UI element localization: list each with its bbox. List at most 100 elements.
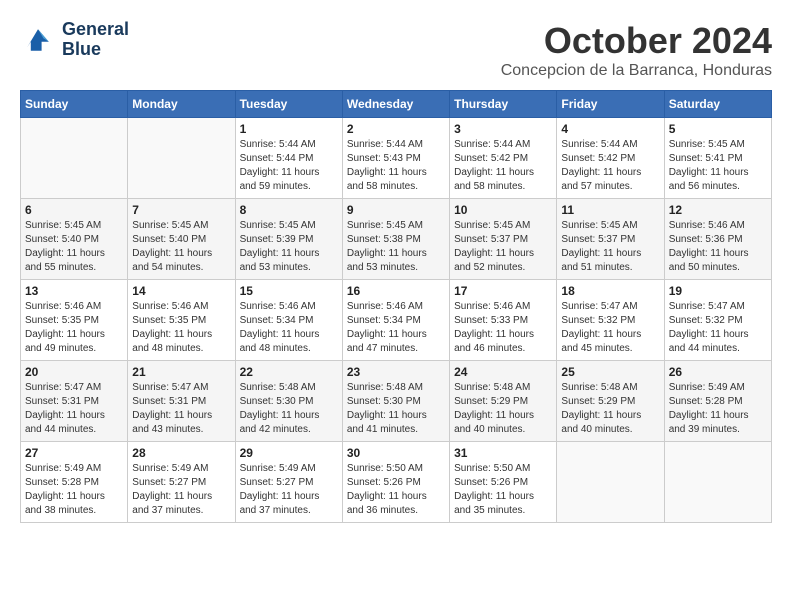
calendar-cell: 22Sunrise: 5:48 AM Sunset: 5:30 PM Dayli… <box>235 361 342 442</box>
day-info: Sunrise: 5:46 AM Sunset: 5:34 PM Dayligh… <box>347 300 445 356</box>
weekday-header: Wednesday <box>342 91 449 118</box>
day-number: 25 <box>561 365 659 379</box>
day-info: Sunrise: 5:46 AM Sunset: 5:36 PM Dayligh… <box>669 219 767 275</box>
day-info: Sunrise: 5:50 AM Sunset: 5:26 PM Dayligh… <box>454 462 552 518</box>
title-section: October 2024 Concepcion de la Barranca, … <box>501 20 772 80</box>
calendar-cell <box>21 118 128 199</box>
day-number: 11 <box>561 203 659 217</box>
day-info: Sunrise: 5:44 AM Sunset: 5:43 PM Dayligh… <box>347 138 445 194</box>
day-number: 24 <box>454 365 552 379</box>
calendar-cell: 10 Sunrise: 5:45 AM Sunset: 5:37 PM Dayli… <box>450 199 557 280</box>
day-info: Sunrise: 5:49 AM Sunset: 5:27 PM Dayligh… <box>240 462 338 518</box>
calendar-cell: 28 Sunrise: 5:49 AM Sunset: 5:27 PM Dayli… <box>128 442 235 523</box>
calendar-cell: 18 Sunrise: 5:47 AM Sunset: 5:32 PM Dayli… <box>557 280 664 361</box>
day-info: Sunrise: 5:50 AM Sunset: 5:26 PM Dayligh… <box>347 462 445 518</box>
day-number: 8 <box>240 203 338 217</box>
month-title: October 2024 <box>501 20 772 62</box>
calendar-cell <box>664 442 771 523</box>
calendar-cell: 27 Sunrise: 5:49 AM Sunset: 5:28 PM Dayli… <box>21 442 128 523</box>
calendar-cell: 9 Sunrise: 5:45 AM Sunset: 5:38 PM Daylig… <box>342 199 449 280</box>
day-info: Sunrise: 5:44 AM Sunset: 5:44 PM Dayligh… <box>240 138 338 194</box>
day-number: 13 <box>25 284 123 298</box>
calendar-cell: 16 Sunrise: 5:46 AM Sunset: 5:34 PM Dayli… <box>342 280 449 361</box>
day-number: 27 <box>25 446 123 460</box>
day-number: 1 <box>240 122 338 136</box>
day-number: 18 <box>561 284 659 298</box>
day-number: 14 <box>132 284 230 298</box>
day-number: 20 <box>25 365 123 379</box>
calendar-cell: 11 Sunrise: 5:45 AM Sunset: 5:37 PM Dayli… <box>557 199 664 280</box>
day-number: 31 <box>454 446 552 460</box>
day-number: 26 <box>669 365 767 379</box>
day-info: Sunrise: 5:45 AM Sunset: 5:37 PM Dayligh… <box>561 219 659 275</box>
day-info: Sunrise: 5:46 AM Sunset: 5:34 PM Dayligh… <box>240 300 338 356</box>
day-number: 29 <box>240 446 338 460</box>
calendar-cell: 30 Sunrise: 5:50 AM Sunset: 5:26 PM Dayli… <box>342 442 449 523</box>
calendar-cell: 17 Sunrise: 5:46 AM Sunset: 5:33 PM Dayli… <box>450 280 557 361</box>
calendar-week-row: 1 Sunrise: 5:44 AM Sunset: 5:44 PM Daylig… <box>21 118 772 199</box>
day-info: Sunrise: 5:44 AM Sunset: 5:42 PM Dayligh… <box>454 138 552 194</box>
day-info: Sunrise: 5:45 AM Sunset: 5:41 PM Dayligh… <box>669 138 767 194</box>
day-info: Sunrise: 5:44 AM Sunset: 5:42 PM Dayligh… <box>561 138 659 194</box>
day-info: Sunrise: 5:46 AM Sunset: 5:35 PM Dayligh… <box>25 300 123 356</box>
day-info: Sunrise: 5:47 AM Sunset: 5:32 PM Dayligh… <box>561 300 659 356</box>
day-info: Sunrise: 5:48 AM Sunset: 5:29 PM Dayligh… <box>454 381 552 437</box>
day-info: Sunrise: 5:47 AM Sunset: 5:31 PM Dayligh… <box>25 381 123 437</box>
day-number: 9 <box>347 203 445 217</box>
calendar-cell: 24 Sunrise: 5:48 AM Sunset: 5:29 PM Dayli… <box>450 361 557 442</box>
day-number: 16 <box>347 284 445 298</box>
day-number: 30 <box>347 446 445 460</box>
logo-text: General Blue <box>62 20 129 60</box>
day-number: 5 <box>669 122 767 136</box>
day-number: 3 <box>454 122 552 136</box>
calendar-cell: 6 Sunrise: 5:45 AM Sunset: 5:40 PM Daylig… <box>21 199 128 280</box>
day-info: Sunrise: 5:45 AM Sunset: 5:40 PM Dayligh… <box>25 219 123 275</box>
logo: General Blue <box>20 20 129 60</box>
page-header: General Blue October 2024 Concepcion de … <box>20 20 772 80</box>
day-info: Sunrise: 5:45 AM Sunset: 5:38 PM Dayligh… <box>347 219 445 275</box>
weekday-header: Saturday <box>664 91 771 118</box>
day-info: Sunrise: 5:49 AM Sunset: 5:28 PM Dayligh… <box>25 462 123 518</box>
calendar-cell: 31 Sunrise: 5:50 AM Sunset: 5:26 PM Dayli… <box>450 442 557 523</box>
calendar-cell: 26 Sunrise: 5:49 AM Sunset: 5:28 PM Dayli… <box>664 361 771 442</box>
calendar-table: SundayMondayTuesdayWednesdayThursdayFrid… <box>20 90 772 523</box>
weekday-header: Monday <box>128 91 235 118</box>
weekday-header: Friday <box>557 91 664 118</box>
day-number: 19 <box>669 284 767 298</box>
location-title: Concepcion de la Barranca, Honduras <box>501 62 772 80</box>
day-info: Sunrise: 5:46 AM Sunset: 5:33 PM Dayligh… <box>454 300 552 356</box>
day-info: Sunrise: 5:48 AM Sunset: 5:30 PM Dayligh… <box>347 381 445 437</box>
calendar-week-row: 27 Sunrise: 5:49 AM Sunset: 5:28 PM Dayli… <box>21 442 772 523</box>
day-number: 21 <box>132 365 230 379</box>
day-number: 4 <box>561 122 659 136</box>
day-number: 7 <box>132 203 230 217</box>
calendar-cell: 25 Sunrise: 5:48 AM Sunset: 5:29 PM Dayli… <box>557 361 664 442</box>
weekday-header: Sunday <box>21 91 128 118</box>
calendar-cell: 1 Sunrise: 5:44 AM Sunset: 5:44 PM Daylig… <box>235 118 342 199</box>
calendar-week-row: 6 Sunrise: 5:45 AM Sunset: 5:40 PM Daylig… <box>21 199 772 280</box>
day-info: Sunrise: 5:48 AM Sunset: 5:29 PM Dayligh… <box>561 381 659 437</box>
day-info: Sunrise: 5:45 AM Sunset: 5:37 PM Dayligh… <box>454 219 552 275</box>
day-number: 10 <box>454 203 552 217</box>
day-number: 17 <box>454 284 552 298</box>
day-info: Sunrise: 5:46 AM Sunset: 5:35 PM Dayligh… <box>132 300 230 356</box>
calendar-cell: 20 Sunrise: 5:47 AM Sunset: 5:31 PM Dayli… <box>21 361 128 442</box>
weekday-header: Thursday <box>450 91 557 118</box>
day-info: Sunrise: 5:49 AM Sunset: 5:28 PM Dayligh… <box>669 381 767 437</box>
day-number: 6 <box>25 203 123 217</box>
day-info: Sunrise: 5:47 AM Sunset: 5:31 PM Dayligh… <box>132 381 230 437</box>
weekday-header-row: SundayMondayTuesdayWednesdayThursdayFrid… <box>21 91 772 118</box>
day-info: Sunrise: 5:45 AM Sunset: 5:39 PM Dayligh… <box>240 219 338 275</box>
calendar-cell: 3 Sunrise: 5:44 AM Sunset: 5:42 PM Daylig… <box>450 118 557 199</box>
day-number: 28 <box>132 446 230 460</box>
calendar-cell: 2Sunrise: 5:44 AM Sunset: 5:43 PM Daylig… <box>342 118 449 199</box>
day-info: Sunrise: 5:49 AM Sunset: 5:27 PM Dayligh… <box>132 462 230 518</box>
calendar-cell: 19Sunrise: 5:47 AM Sunset: 5:32 PM Dayli… <box>664 280 771 361</box>
day-number: 12 <box>669 203 767 217</box>
day-info: Sunrise: 5:45 AM Sunset: 5:40 PM Dayligh… <box>132 219 230 275</box>
calendar-cell: 12 Sunrise: 5:46 AM Sunset: 5:36 PM Dayli… <box>664 199 771 280</box>
calendar-cell: 23Sunrise: 5:48 AM Sunset: 5:30 PM Dayli… <box>342 361 449 442</box>
calendar-cell: 15Sunrise: 5:46 AM Sunset: 5:34 PM Dayli… <box>235 280 342 361</box>
day-info: Sunrise: 5:48 AM Sunset: 5:30 PM Dayligh… <box>240 381 338 437</box>
calendar-cell: 7 Sunrise: 5:45 AM Sunset: 5:40 PM Daylig… <box>128 199 235 280</box>
